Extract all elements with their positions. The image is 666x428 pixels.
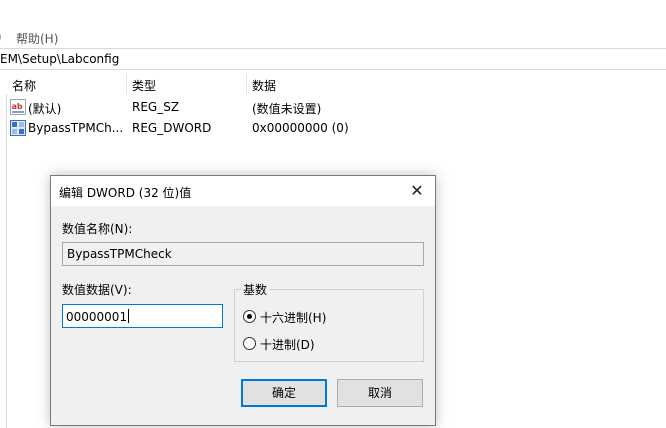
radio-hex[interactable]: 十六进制(H) (243, 308, 403, 326)
radio-hex-label[interactable]: 十六进制(H) (260, 309, 326, 326)
row-type: REG_SZ (132, 100, 180, 114)
column-header-data[interactable]: 数据 (252, 77, 276, 94)
radio-selected-dot (247, 314, 252, 319)
dialog-title: 编辑 DWORD (32 位)值 (59, 186, 192, 200)
text-caret (128, 309, 130, 323)
value-name-text: BypassTPMCheck (67, 247, 172, 261)
radio-dec-label[interactable]: 十进制(D) (260, 336, 315, 353)
tree-divider (6, 94, 7, 428)
close-icon[interactable]: ✕ (405, 179, 429, 203)
row-name: BypassTPMCh... (28, 121, 124, 135)
ok-button[interactable]: 确定 (241, 379, 327, 407)
svg-text:ab: ab (12, 102, 23, 111)
radio-dec-circle[interactable] (243, 337, 256, 350)
table-row[interactable]: ab (默认) REG_SZ (数值未设置) (8, 97, 658, 117)
column-separator[interactable] (126, 74, 127, 94)
value-name-field: BypassTPMCheck (62, 242, 424, 266)
row-type: REG_DWORD (132, 121, 212, 135)
value-data-input[interactable]: 00000001 (62, 304, 223, 328)
row-data: (数值未设置) (252, 102, 322, 116)
menu-fragment: ) (0, 30, 2, 44)
column-header: 名称 类型 数据 (0, 74, 666, 94)
row-data: 0x00000000 (0) (252, 121, 349, 135)
row-name: (默认) (28, 102, 62, 116)
column-header-type[interactable]: 类型 (132, 77, 156, 94)
column-separator[interactable] (246, 74, 247, 94)
dialog-title-bar[interactable]: 编辑 DWORD (32 位)值 ✕ (51, 176, 435, 206)
value-data-label: 数值数据(V): (62, 283, 132, 297)
address-bar[interactable]: EM\Setup\Labconfig (0, 48, 666, 70)
value-data-text: 00000001 (66, 310, 128, 324)
column-header-name[interactable]: 名称 (12, 77, 36, 94)
cancel-button[interactable]: 取消 (337, 379, 423, 407)
table-row[interactable]: BypassTPMCh... REG_DWORD 0x00000000 (0) (8, 118, 658, 138)
base-group: 基数 十六进制(H) 十进制(D) (234, 281, 424, 362)
string-value-icon: ab (10, 99, 26, 115)
menu-bar: ) 帮助(H) (0, 26, 666, 48)
base-group-title: 基数 (241, 281, 270, 298)
dword-value-icon (10, 120, 26, 136)
value-name-label: 数值名称(N): (62, 222, 133, 236)
address-path: EM\Setup\Labconfig (0, 52, 120, 66)
radio-hex-circle[interactable] (243, 310, 256, 323)
radio-dec[interactable]: 十进制(D) (243, 335, 403, 353)
menu-help[interactable]: 帮助(H) (16, 30, 58, 47)
edit-dword-dialog: 编辑 DWORD (32 位)值 ✕ 数值名称(N): BypassTPMChe… (50, 175, 436, 426)
